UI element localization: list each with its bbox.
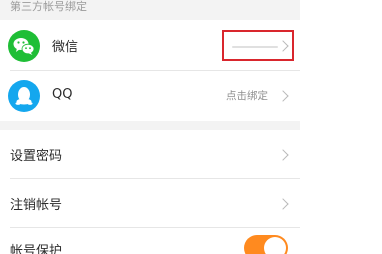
toggle-knob bbox=[264, 237, 286, 254]
wechat-label: 微信 bbox=[52, 40, 79, 55]
deactivate-account-label: 注销帐号 bbox=[10, 198, 63, 213]
qq-label: QQ bbox=[52, 87, 73, 102]
section-title-third-party: 第三方帐号绑定 bbox=[10, 0, 87, 13]
settings-row-set-password[interactable]: 设置密码 bbox=[0, 130, 300, 178]
account-protection-toggle[interactable] bbox=[244, 235, 288, 254]
qq-bind-status: 点击绑定 bbox=[226, 90, 268, 102]
chevron-right-icon bbox=[277, 198, 289, 210]
account-protection-label: 帐号保护 bbox=[10, 244, 63, 254]
settings-row-deactivate-account[interactable]: 注销帐号 bbox=[0, 179, 300, 227]
account-settings-list: 设置密码 注销帐号 帐号保护 bbox=[0, 130, 300, 254]
highlight-annotation-box bbox=[222, 30, 294, 61]
settings-panel: 第三方帐号绑定 微信 QQ 点击绑定 设置密码 注销帐号 帐号保护 bbox=[0, 0, 300, 254]
qq-icon bbox=[8, 80, 40, 112]
set-password-label: 设置密码 bbox=[10, 149, 63, 164]
wechat-icon bbox=[8, 30, 40, 62]
chevron-right-icon bbox=[277, 149, 289, 161]
chevron-right-icon bbox=[277, 90, 289, 102]
account-settings-screen: 第三方帐号绑定 微信 QQ 点击绑定 设置密码 注销帐号 帐号保护 bbox=[0, 0, 382, 254]
binding-row-qq[interactable]: QQ 点击绑定 bbox=[0, 71, 300, 121]
